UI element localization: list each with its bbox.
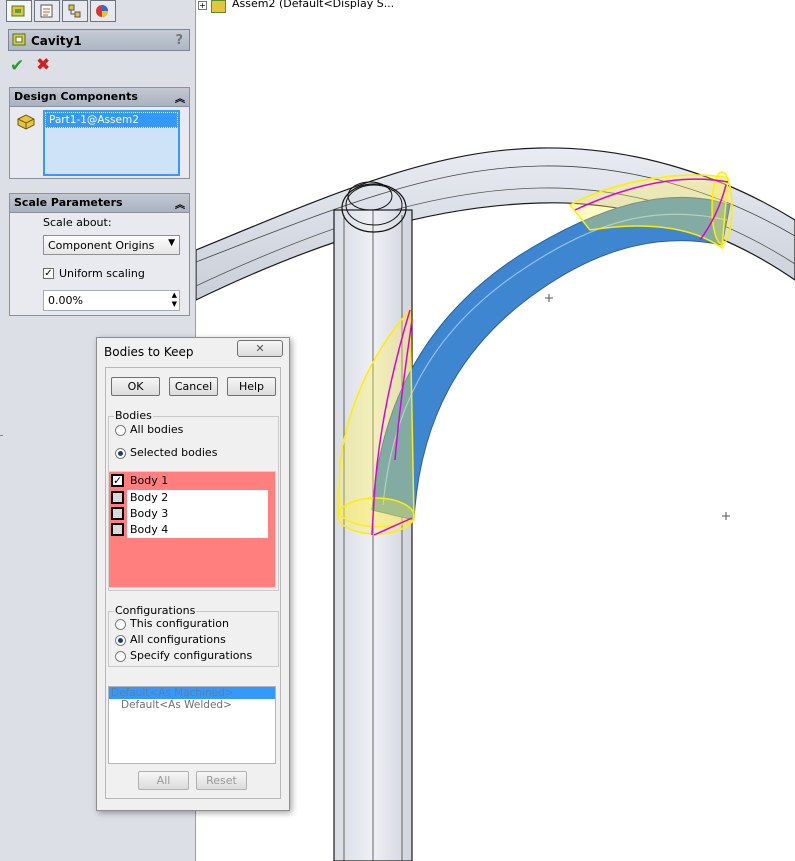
tab-display-manager[interactable] [90, 0, 116, 22]
configurations-group-label: Configurations [114, 604, 197, 617]
radio-selected-bodies[interactable] [115, 448, 126, 459]
cancel-button[interactable]: Cancel [169, 377, 218, 396]
scale-about-label: Scale about: [43, 216, 112, 229]
collapse-icon[interactable]: ︽ [175, 90, 185, 105]
assembly-icon [211, 0, 226, 13]
close-button[interactable]: ✕ [237, 340, 283, 357]
radio-specify-configurations-label: Specify configurations [130, 649, 253, 662]
body-row-2[interactable]: Body 2 [109, 490, 269, 506]
bodies-to-keep-dialog: Bodies to Keep ✕ OK Cancel Help Bodies A… [96, 337, 290, 811]
tab-feature-manager[interactable] [6, 0, 32, 22]
body-row-3[interactable]: Body 3 [109, 506, 269, 522]
feature-title: Cavity1 [31, 34, 82, 48]
help-button[interactable]: ? [175, 33, 183, 48]
dialog-title: Bodies to Keep [104, 345, 194, 359]
body-2-checkbox[interactable] [111, 491, 124, 504]
body-3-checkbox[interactable] [111, 507, 124, 520]
uniform-scaling-checkbox[interactable]: ✓ [43, 268, 54, 279]
radio-all-bodies-label: All bodies [130, 423, 184, 436]
help-button[interactable]: Help [227, 377, 276, 396]
config-icon [68, 4, 81, 18]
close-icon: ✕ [255, 342, 265, 355]
design-components-header[interactable]: Design Components ︽ [10, 88, 189, 107]
spin-up-icon[interactable]: ▲ [172, 291, 177, 299]
configurations-list[interactable]: Default<As Machined> Default<As Welded> [108, 686, 276, 764]
display-icon [96, 5, 108, 17]
bent-tube-body [371, 196, 731, 521]
expand-icon[interactable]: + [198, 1, 207, 10]
radio-all-configurations-label: All configurations [130, 633, 226, 646]
tab-configuration-manager[interactable] [62, 0, 88, 22]
scale-parameters-header[interactable]: Scale Parameters ︽ [10, 194, 189, 213]
ok-button[interactable]: OK [111, 377, 160, 396]
body-row-1[interactable]: ✓ Body 1 [109, 472, 275, 488]
body-4-checkbox[interactable] [111, 523, 124, 536]
list-item[interactable]: Default<As Machined> [109, 687, 275, 699]
radio-this-configuration-label: This configuration [130, 617, 229, 630]
feature-tree-icon [11, 5, 25, 17]
all-button[interactable]: All [138, 771, 189, 790]
body-1-checkbox[interactable]: ✓ [111, 474, 124, 487]
radio-selected-bodies-label: Selected bodies [130, 446, 218, 459]
reset-button[interactable]: Reset [196, 771, 247, 790]
spin-down-icon[interactable]: ▼ [172, 300, 177, 308]
body-row-4[interactable]: Body 4 [109, 522, 269, 538]
cancel-x-icon[interactable]: ✖ [36, 55, 50, 75]
tab-property-manager[interactable] [34, 0, 60, 22]
design-components-group: Design Components ︽ Part1-1@Assem2 [9, 87, 190, 179]
design-components-list[interactable]: Part1-1@Assem2 [43, 110, 180, 176]
scale-parameters-group: Scale Parameters ︽ Scale about: Component… [9, 193, 190, 316]
radio-specify-configurations[interactable] [115, 651, 126, 662]
scale-value-input[interactable]: 0.00% ▲ ▼ [43, 290, 180, 311]
ok-check-icon[interactable]: ✔ [10, 56, 24, 76]
scale-about-select[interactable]: Component Origins ▼ [43, 235, 180, 255]
tree-node-label: Assem2 (Default<Display S... [232, 0, 395, 10]
cavity-icon [12, 33, 26, 46]
list-item[interactable]: Part1-1@Assem2 [45, 112, 178, 128]
chevron-down-icon: ▼ [168, 238, 175, 248]
radio-this-configuration[interactable] [115, 619, 126, 630]
bodies-list[interactable]: ✓ Body 1 Body 2 Body 3 Body 4 [108, 471, 276, 588]
radio-all-bodies[interactable] [115, 425, 126, 436]
component-icon [17, 114, 35, 130]
bodies-group-label: Bodies [114, 409, 153, 422]
collapse-icon[interactable]: ︽ [175, 196, 185, 211]
property-icon [40, 4, 53, 18]
list-item[interactable]: Default<As Welded> [109, 699, 275, 711]
feature-header: Cavity1 ? [8, 29, 190, 51]
radio-all-configurations[interactable] [115, 635, 126, 646]
uniform-scaling-label: Uniform scaling [59, 267, 145, 280]
